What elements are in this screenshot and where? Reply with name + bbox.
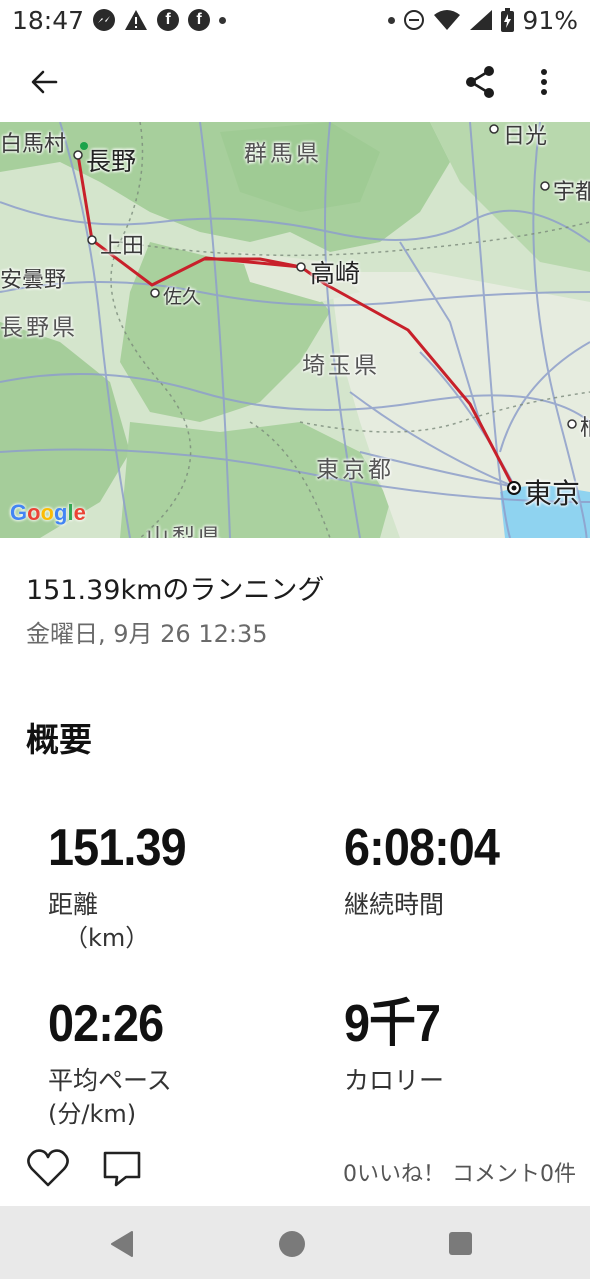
calories-value: 9千7 <box>344 995 441 1053</box>
like-button[interactable] <box>26 1148 70 1192</box>
map-terrain <box>0 122 590 538</box>
map-label-hakuba: 白馬村 <box>0 132 67 157</box>
calories-label: カロリー <box>344 1066 445 1095</box>
nav-recents-button[interactable] <box>449 1232 472 1255</box>
activity-title: 151.39kmのランニング <box>26 575 325 606</box>
map-label-utsunomiya: 宇都 <box>553 180 590 205</box>
distance-value: 151.39 <box>48 819 187 877</box>
duration-stat: 6:08:04 継続時間 <box>344 820 516 922</box>
share-icon <box>466 66 494 98</box>
map-label-takasaki: 高崎 <box>310 259 361 288</box>
facebook-icon: f <box>157 9 180 31</box>
facebook-icon: f <box>188 9 211 31</box>
calories-stat: 9千7 カロリー <box>344 996 451 1098</box>
messenger-icon <box>93 9 116 31</box>
more-options-button[interactable] <box>524 62 564 102</box>
map-label-gunma: 群馬県 <box>244 141 322 167</box>
map-label-saitama: 埼玉県 <box>302 353 380 379</box>
map-label-yamanashi: 山梨県 <box>146 525 224 538</box>
wifi-icon <box>433 9 461 31</box>
battery-percent: 91% <box>522 5 578 35</box>
dot-icon <box>388 16 396 24</box>
nav-back-button[interactable] <box>108 1230 136 1258</box>
map-label-nagano: 長野 <box>86 147 137 176</box>
pace-value: 02:26 <box>48 995 164 1053</box>
alert-icon <box>124 9 148 31</box>
map-label-nagano-pref: 長野県 <box>0 315 78 341</box>
activity-date: 金曜日, 9月 26 12:35 <box>26 620 268 648</box>
map-label-tokyo-to: 東京都 <box>316 457 394 483</box>
comment-icon <box>103 1151 141 1187</box>
dot-icon <box>219 16 227 24</box>
distance-label: 距離 <box>48 890 99 919</box>
comment-button[interactable] <box>102 1150 144 1192</box>
route-map[interactable]: 白馬村 長野 群馬県 日光 宇都 上田 安曇野 高崎 佐久 長野県 埼玉県 東京… <box>0 122 590 538</box>
app-bar <box>0 40 590 122</box>
map-label-azumino: 安曇野 <box>0 268 67 293</box>
map-label-saku: 佐久 <box>163 286 202 308</box>
do-not-disturb-icon <box>403 9 425 31</box>
distance-stat: 151.39 距離 （km） <box>48 820 201 954</box>
map-label-edge: 柏 <box>580 410 590 442</box>
duration-value: 6:08:04 <box>344 819 500 877</box>
signal-icon <box>469 9 493 31</box>
heart-icon <box>27 1149 69 1187</box>
nav-home-button[interactable] <box>279 1231 305 1257</box>
status-bar: 18:47 f f 91% <box>0 0 590 40</box>
distance-unit: （km） <box>64 924 150 952</box>
back-button[interactable] <box>24 62 64 102</box>
share-button[interactable] <box>460 62 500 102</box>
google-attribution: Google <box>10 500 86 525</box>
pace-unit: (分/km) <box>48 1100 137 1128</box>
system-nav-bar <box>0 1206 590 1279</box>
map-label-tokyo: 東京 <box>524 477 581 510</box>
battery-icon <box>501 8 515 32</box>
status-time: 18:47 <box>12 5 85 35</box>
nav-back-icon <box>111 1231 133 1257</box>
map-label-ueda: 上田 <box>100 234 145 259</box>
arrow-left-icon <box>31 70 58 94</box>
more-vert-icon <box>541 69 547 95</box>
pace-stat: 02:26 平均ペース (分/km) <box>48 996 176 1130</box>
overview-heading: 概要 <box>26 720 92 759</box>
map-label-nikko: 日光 <box>503 124 548 149</box>
social-counts[interactable]: 0いいね！ コメント0件 <box>343 1156 576 1188</box>
pace-label: 平均ペース <box>48 1066 172 1095</box>
duration-label: 継続時間 <box>344 890 445 919</box>
